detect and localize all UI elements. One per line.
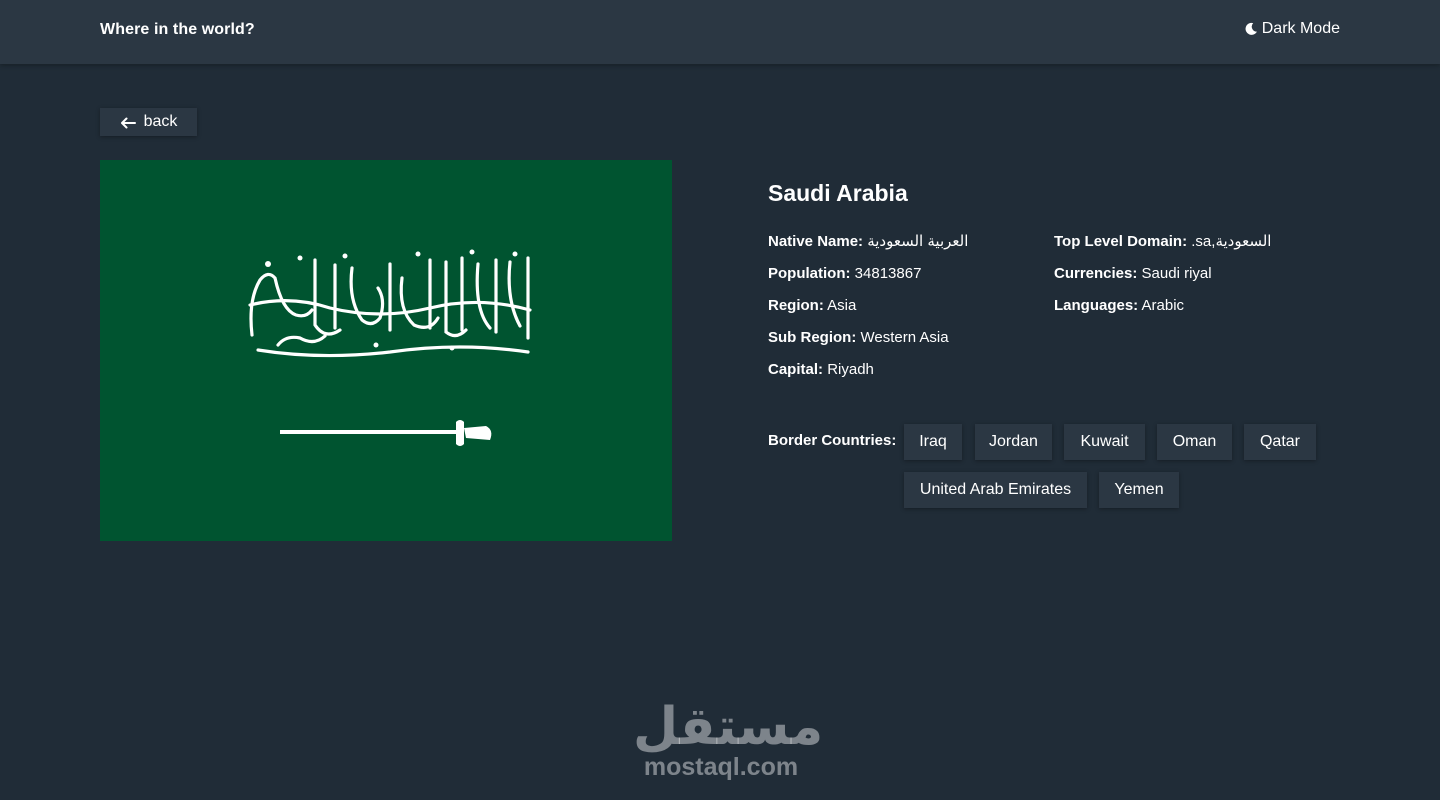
detail-value: 34813867 <box>854 265 922 282</box>
detail-value: Asia <box>827 297 857 314</box>
detail-label: Native Name: <box>768 233 864 250</box>
detail-label: Capital: <box>768 361 824 378</box>
dark-mode-label: Dark Mode <box>1261 20 1340 37</box>
arrow-left-icon <box>120 116 136 129</box>
detail-top-level-domain: Top Level Domain: .sa,السعودية <box>1054 232 1271 264</box>
top-header: Where in the world? Dark Mode <box>0 0 1440 64</box>
detail-label: Region: <box>768 297 824 314</box>
detail-sub-region: Sub Region: Western Asia <box>768 328 968 360</box>
border-country-chip[interactable]: Iraq <box>904 424 962 460</box>
country-name: Saudi Arabia <box>768 180 908 206</box>
border-country-chip[interactable]: Kuwait <box>1064 424 1145 460</box>
detail-label: Population: <box>768 265 851 282</box>
border-country-chip[interactable]: United Arab Emirates <box>904 472 1087 508</box>
border-country-chip[interactable]: Qatar <box>1244 424 1316 460</box>
detail-native-name: Native Name: العربية السعودية <box>768 232 968 264</box>
detail-languages: Languages: Arabic <box>1054 296 1271 328</box>
detail-value: Western Asia <box>860 329 949 346</box>
border-countries-label: Border Countries: <box>768 432 897 449</box>
detail-value: Arabic <box>1141 297 1185 314</box>
detail-population: Population: 34813867 <box>768 264 968 296</box>
country-flag <box>100 160 672 541</box>
details-right-column: Top Level Domain: .sa,السعودية Currencie… <box>1054 232 1271 328</box>
detail-label: Currencies: <box>1054 265 1138 282</box>
detail-label: Top Level Domain: <box>1054 233 1188 250</box>
watermark-latin: mostaql.com <box>643 753 799 781</box>
moon-icon <box>1244 22 1258 36</box>
watermark-arabic: مستقل <box>633 697 824 757</box>
details-left-column: Native Name: العربية السعودية Population… <box>768 232 968 392</box>
detail-label: Sub Region: <box>768 329 857 346</box>
detail-value: العربية السعودية <box>867 233 969 250</box>
border-country-chip[interactable]: Jordan <box>975 424 1052 460</box>
border-country-chip[interactable]: Oman <box>1157 424 1232 460</box>
mostaql-watermark: مستقل mostaql.com <box>633 697 824 781</box>
detail-value: .sa,السعودية <box>1191 233 1272 250</box>
flag-emblem <box>248 249 532 446</box>
back-button[interactable]: back <box>100 108 197 136</box>
app-title: Where in the world? <box>100 21 255 38</box>
detail-label: Languages: <box>1054 297 1139 314</box>
border-country-chip[interactable]: Yemen <box>1099 472 1179 508</box>
back-label: back <box>143 113 178 130</box>
dark-mode-toggle[interactable]: Dark Mode <box>1244 20 1340 38</box>
detail-capital: Capital: Riyadh <box>768 360 968 392</box>
detail-currencies: Currencies: Saudi riyal <box>1054 264 1271 296</box>
detail-value: Riyadh <box>827 361 874 378</box>
detail-region: Region: Asia <box>768 296 968 328</box>
detail-value: Saudi riyal <box>1141 265 1212 282</box>
